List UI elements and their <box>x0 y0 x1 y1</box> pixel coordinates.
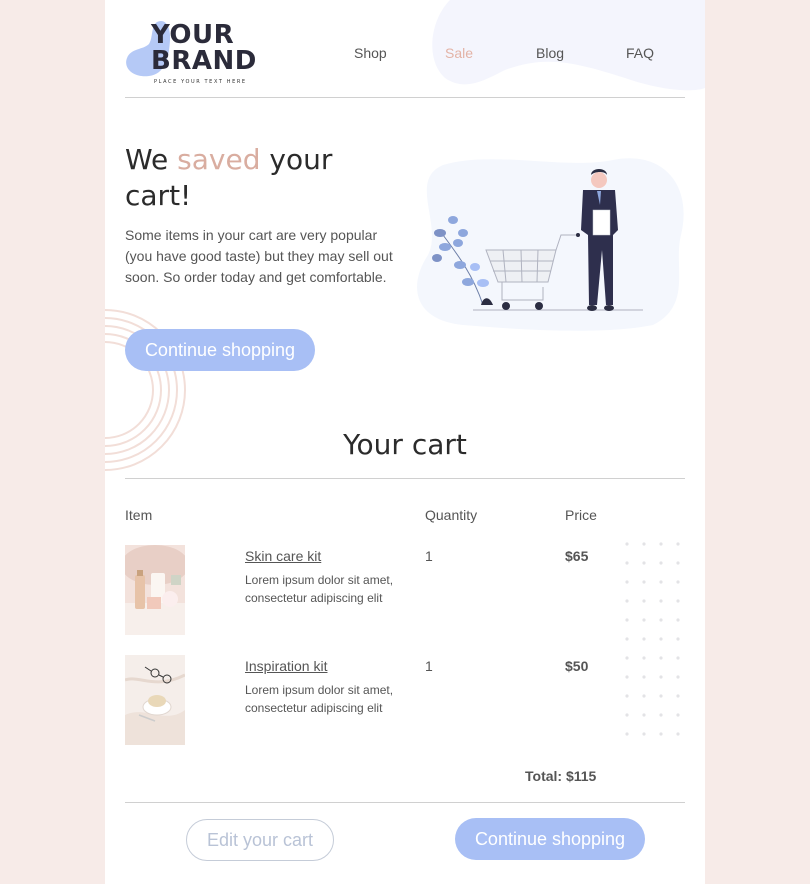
dot <box>625 561 629 565</box>
dot <box>659 656 663 660</box>
dot <box>659 694 663 698</box>
dot <box>642 675 646 679</box>
dot <box>659 561 663 565</box>
item-quantity: 1 <box>425 548 433 564</box>
coffee-glasses-photo[interactable] <box>125 655 185 745</box>
item-price: $50 <box>565 658 589 674</box>
dot <box>659 599 663 603</box>
dot <box>625 732 629 736</box>
dot <box>625 637 629 641</box>
dot <box>642 561 646 565</box>
brand-name-line1: YOUR <box>151 20 235 50</box>
shopping-cart-person-illustration <box>417 158 684 331</box>
dot <box>659 542 663 546</box>
dot <box>642 637 646 641</box>
brand-name-line2: BRAND <box>151 46 257 76</box>
item-name-link[interactable]: Inspiration kit <box>245 658 327 674</box>
column-header-item: Item <box>125 507 153 523</box>
email-page: YOUR BRAND PLACE YOUR TEXT HERE Shop Sal… <box>105 0 705 884</box>
nav-sale[interactable]: Sale <box>445 45 473 61</box>
dot <box>625 542 629 546</box>
header-divider <box>125 97 685 98</box>
skin-care-photo[interactable] <box>125 545 185 635</box>
dot <box>659 675 663 679</box>
continue-shopping-button[interactable]: Continue shopping <box>455 818 645 860</box>
nav-blog[interactable]: Blog <box>536 45 564 61</box>
hero-title: We saved your cart! <box>125 142 395 214</box>
dot <box>676 580 680 584</box>
dot <box>625 656 629 660</box>
dot <box>676 713 680 717</box>
dot <box>676 637 680 641</box>
item-description: Lorem ipsum dolor sit amet, consectetur … <box>245 573 394 605</box>
dot <box>642 580 646 584</box>
column-header-price: Price <box>565 507 597 523</box>
item-name-link[interactable]: Skin care kit <box>245 548 321 564</box>
dot <box>676 561 680 565</box>
dot <box>642 656 646 660</box>
dot <box>625 599 629 603</box>
dot <box>625 675 629 679</box>
hero-title-part1: We <box>125 143 178 176</box>
hero-title-accent: saved <box>177 143 261 176</box>
item-price: $65 <box>565 548 589 564</box>
dot <box>659 713 663 717</box>
dot <box>676 542 680 546</box>
dot <box>676 656 680 660</box>
dot <box>642 542 646 546</box>
dot <box>659 580 663 584</box>
dot <box>642 732 646 736</box>
dot <box>642 694 646 698</box>
dot <box>676 618 680 622</box>
dot <box>625 618 629 622</box>
dot <box>659 732 663 736</box>
hero-description: Some items in your cart are very popular… <box>125 227 393 285</box>
dot <box>659 637 663 641</box>
edit-cart-button[interactable]: Edit your cart <box>186 819 334 861</box>
nav-faq[interactable]: FAQ <box>626 45 654 61</box>
item-description: Lorem ipsum dolor sit amet, consectetur … <box>245 683 394 715</box>
column-header-quantity: Quantity <box>425 507 478 523</box>
nav-shop[interactable]: Shop <box>354 45 387 61</box>
brand-logo[interactable]: YOUR BRAND PLACE YOUR TEXT HERE <box>125 18 265 90</box>
hero-continue-shopping-button[interactable]: Continue shopping <box>125 329 315 371</box>
dot <box>625 713 629 717</box>
item-quantity: 1 <box>425 658 433 674</box>
dot <box>642 618 646 622</box>
dot <box>676 675 680 679</box>
cart-title: Your cart <box>343 428 467 461</box>
brand-name: YOUR BRAND <box>151 22 257 74</box>
dot <box>642 713 646 717</box>
dot <box>659 618 663 622</box>
dot <box>676 694 680 698</box>
dot <box>676 732 680 736</box>
total-divider <box>125 802 685 803</box>
cart-total: Total: $115 <box>525 768 597 784</box>
cart-title-divider <box>125 478 685 479</box>
brand-tagline: PLACE YOUR TEXT HERE <box>154 79 247 85</box>
dot <box>625 580 629 584</box>
dot <box>676 599 680 603</box>
decorative-dot-grid <box>625 542 680 736</box>
dot <box>642 599 646 603</box>
dot <box>625 694 629 698</box>
